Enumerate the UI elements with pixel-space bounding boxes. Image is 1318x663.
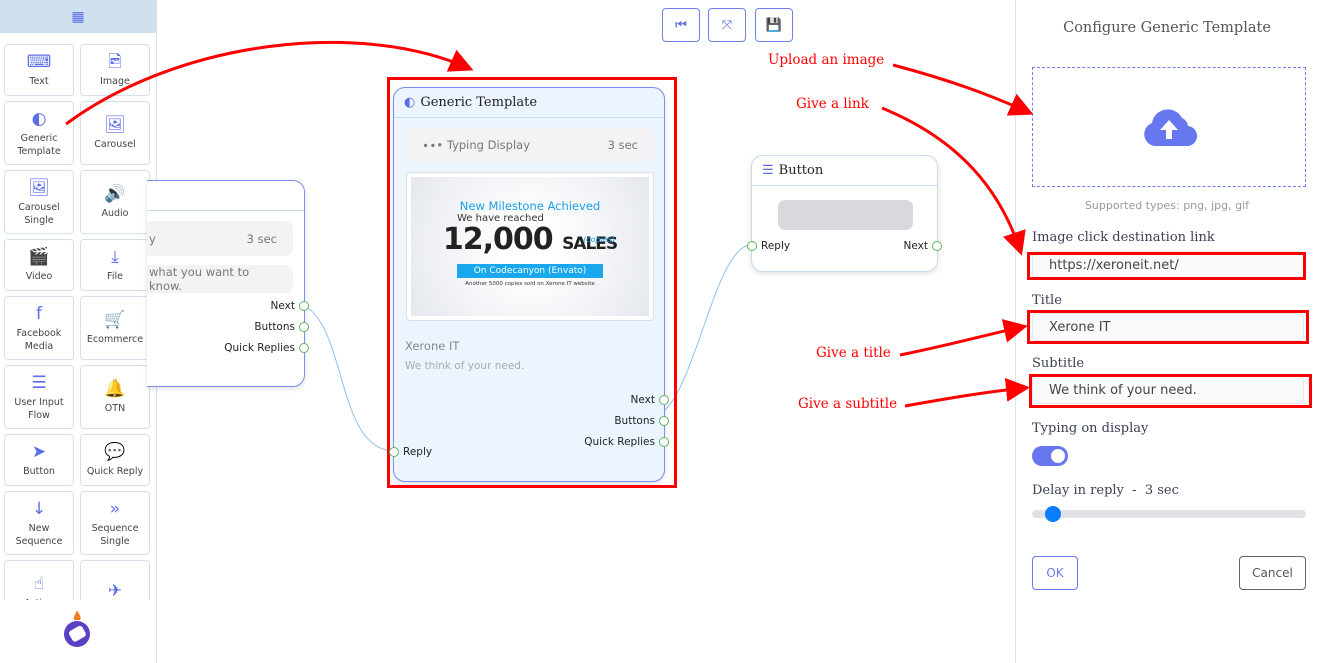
chat-icon: 💬 xyxy=(104,442,126,462)
image-upload-dropzone[interactable] xyxy=(1032,67,1306,187)
palette-label: Image xyxy=(100,76,130,87)
highlight-link xyxy=(1027,252,1306,280)
palette-user-input-flow[interactable]: ☰ User Input Flow xyxy=(4,365,74,429)
lines-icon: ☰ xyxy=(31,372,47,393)
video-file-icon: 🎬 xyxy=(28,247,50,267)
palette-label: Ecommerce xyxy=(86,334,144,345)
palette-label: Video xyxy=(25,271,53,282)
palette-quick-reply[interactable]: 💬 Quick Reply xyxy=(80,434,150,486)
app-logo xyxy=(64,610,90,647)
palette-label: Audio xyxy=(101,208,129,219)
palette-generic-template[interactable]: ◐ Generic Template xyxy=(4,101,74,165)
pointer-hand-icon: ☝ xyxy=(33,574,45,594)
palette-action[interactable]: ☝ Action xyxy=(4,560,74,600)
palette-label: OTN xyxy=(104,403,126,414)
cancel-button[interactable]: Cancel xyxy=(1239,556,1306,590)
delay-slider[interactable] xyxy=(1032,506,1306,522)
cloud-upload-icon xyxy=(1144,109,1198,147)
bell-icon: 🔔 xyxy=(104,379,126,399)
image-icon: 🖼 xyxy=(28,177,50,198)
connection-line xyxy=(664,244,752,411)
palette-label: User Input Flow xyxy=(14,396,64,421)
palette-label: Button xyxy=(23,466,55,477)
half-circle-icon: ◐ xyxy=(404,95,416,110)
list-icon: ☰ xyxy=(762,163,774,178)
palette-label: Generic Template xyxy=(17,132,61,157)
palette-text[interactable]: ⌨ Text xyxy=(4,44,74,96)
sort-numeric-icon: ↓ xyxy=(31,498,47,519)
palette-label: Facebook Media xyxy=(16,327,62,352)
cart-icon: 🛒 xyxy=(104,310,126,330)
half-circle-icon: ◐ xyxy=(31,108,47,129)
annotation-link: Give a link xyxy=(796,96,869,112)
button-node[interactable]: ☰ Button Reply Next xyxy=(747,155,942,272)
flow-canvas[interactable]: ⏮ ⤧ 💾 y3 sec what you want to know. Next… xyxy=(147,0,1015,663)
back-button[interactable]: ⏮ xyxy=(662,8,700,42)
apps-grid-icon[interactable]: ▦ xyxy=(0,0,156,33)
template-image: New Milestone Achieved We have reached 1… xyxy=(406,172,654,321)
annotation-upload: Upload an image xyxy=(768,52,885,68)
port-next[interactable]: Next xyxy=(631,394,669,406)
palette-carousel-single[interactable]: 🖼 Carousel Single xyxy=(4,170,74,234)
connection-line xyxy=(304,305,395,452)
double-chevron-icon: » xyxy=(109,498,121,519)
port-next[interactable]: Next xyxy=(904,240,942,252)
save-icon: 💾 xyxy=(765,17,783,33)
palette-file[interactable]: ⤓ File xyxy=(80,239,150,291)
save-button[interactable]: 💾 xyxy=(755,8,793,42)
port-buttons[interactable]: Buttons xyxy=(614,415,669,427)
button-placeholder xyxy=(778,200,913,230)
port-reply[interactable]: Reply xyxy=(747,240,790,252)
image-file-icon: 🖻 xyxy=(108,52,122,72)
palette-image[interactable]: 🖻 Image xyxy=(80,44,150,96)
palette-label: Quick Reply xyxy=(86,466,144,477)
facebook-icon: f xyxy=(36,303,42,324)
palette-button[interactable]: ➤ Button xyxy=(4,434,74,486)
palette-ecommerce[interactable]: 🛒 Ecommerce xyxy=(80,296,150,360)
paper-plane-icon: ➤ xyxy=(31,442,47,462)
palette-label: Carousel xyxy=(94,139,136,150)
slider-thumb[interactable] xyxy=(1044,506,1061,522)
highlight-subtitle xyxy=(1029,374,1312,408)
port-reply[interactable]: Reply xyxy=(389,446,432,458)
file-download-icon: ⤓ xyxy=(111,247,119,267)
palette-label: File xyxy=(107,271,123,282)
generic-template-node[interactable]: ◐ Generic Template ∙∙• Typing Display 3 se… xyxy=(389,87,669,482)
palette-item[interactable]: ✈ xyxy=(80,560,150,600)
palette-label: Action xyxy=(24,597,54,600)
annotation-title: Give a title xyxy=(816,345,891,361)
highlight-title xyxy=(1027,310,1309,344)
images-icon: 🖼 xyxy=(104,115,126,135)
palette-carousel[interactable]: 🖼 Carousel xyxy=(80,101,150,165)
typing-dots-icon: ∙∙• xyxy=(422,138,447,152)
keyboard-icon: ⌨ xyxy=(26,52,52,72)
fit-button[interactable]: ⤧ xyxy=(708,8,746,42)
port-quick-replies[interactable]: Quick Replies xyxy=(584,436,669,448)
port-buttons[interactable]: Buttons xyxy=(254,321,309,333)
panel-title: Configure Generic Template xyxy=(1063,20,1271,36)
audio-file-icon: 🔊 xyxy=(104,184,126,204)
plane-departure-icon: ✈ xyxy=(107,580,123,601)
palette-new-sequence[interactable]: ↓ New Sequence xyxy=(4,491,74,555)
palette-otn[interactable]: 🔔 OTN xyxy=(80,365,150,429)
palette-label: Sequence Single xyxy=(91,522,139,547)
palette-facebook-media[interactable]: f Facebook Media xyxy=(4,296,74,360)
palette-video[interactable]: 🎬 Video xyxy=(4,239,74,291)
sidebar: ▦ ⌨ Text 🖻 Image ◐ Generic Template 🖼 Carousel 🖼… xyxy=(0,0,157,663)
palette-label: Text xyxy=(29,76,49,87)
palette-audio[interactable]: 🔊 Audio xyxy=(80,170,150,234)
component-palette: ⌨ Text 🖻 Image ◐ Generic Template 🖼 Carousel 🖼 Ca… xyxy=(4,44,151,600)
palette-label: Carousel Single xyxy=(18,201,60,226)
palette-label: New Sequence xyxy=(15,522,63,547)
step-backward-icon: ⏮ xyxy=(675,17,687,33)
port-quick-replies[interactable]: Quick Replies xyxy=(224,342,309,354)
port-next[interactable]: Next xyxy=(271,300,309,312)
annotation-subtitle: Give a subtitle xyxy=(798,396,898,412)
compress-icon: ⤧ xyxy=(721,17,733,33)
ok-button[interactable]: OK xyxy=(1032,556,1078,590)
palette-sequence-single[interactable]: » Sequence Single xyxy=(80,491,150,555)
previous-node[interactable]: y3 sec what you want to know. Next Butto… xyxy=(147,180,309,387)
typing-toggle[interactable] xyxy=(1032,446,1068,466)
